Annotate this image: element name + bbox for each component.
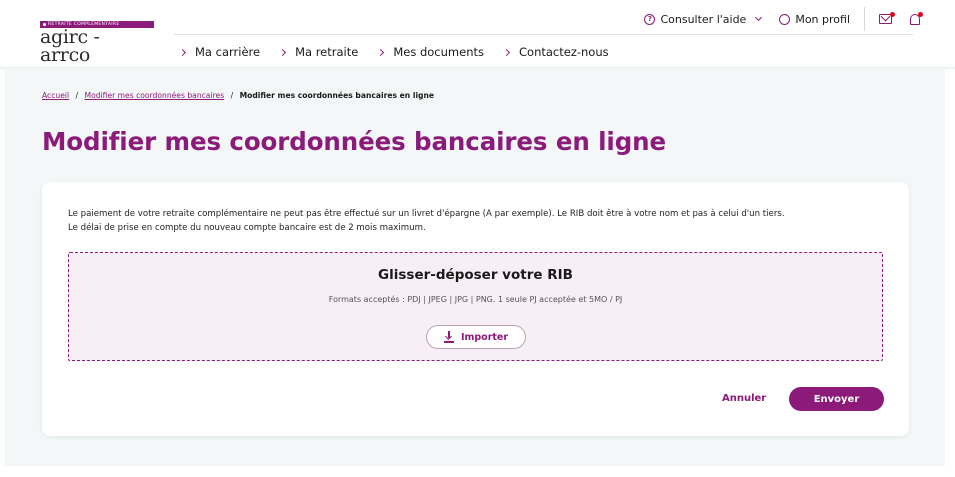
logo-text: agirc - arrco: [40, 26, 100, 66]
breadcrumb-home-link[interactable]: Accueil: [42, 91, 69, 100]
chevron-down-icon: [755, 13, 763, 22]
intro-line-2: Le délai de prise en compte du nouveau c…: [68, 223, 426, 233]
intro-line-1: Le paiement de votre retraite complément…: [68, 209, 785, 219]
breadcrumb-separator: /: [230, 91, 234, 100]
utility-bar: ? Consulter l'aide Mon profil: [644, 7, 923, 31]
nav-item-ma-retraite[interactable]: Ma retraite: [279, 45, 359, 59]
agirc-arrco-logo[interactable]: RETRAITE COMPLÉMENTAIRE agirc - arrco: [40, 21, 154, 66]
main-nav: Ma carrière Ma retraite Mes documents Co…: [178, 45, 609, 59]
breadcrumb: Accueil / Modifier mes coordonnées banca…: [42, 91, 434, 100]
messages-button[interactable]: [879, 12, 895, 24]
rib-upload-card: Le paiement de votre retraite complément…: [42, 182, 909, 436]
breadcrumb-current: Modifier mes coordonnées bancaires en li…: [239, 91, 435, 100]
nav-item-ma-carriere[interactable]: Ma carrière: [178, 45, 261, 59]
chevron-right-icon: [377, 48, 385, 56]
nav-item-label: Contactez-nous: [519, 45, 609, 59]
bell-icon: [910, 11, 923, 25]
help-icon: ?: [644, 13, 656, 25]
help-label: Consulter l'aide: [660, 12, 747, 26]
page: RETRAITE COMPLÉMENTAIRE agirc - arrco ? …: [0, 0, 955, 477]
cancel-button[interactable]: Annuler: [722, 393, 766, 404]
nav-item-label: Ma retraite: [295, 45, 359, 59]
dropzone-formats: Formats acceptés : PDJ | JPEG | JPG | PN…: [328, 295, 623, 304]
notification-dot: [890, 12, 895, 17]
download-icon: [443, 331, 454, 343]
main-content: Accueil / Modifier mes coordonnées banca…: [5, 69, 945, 466]
send-button[interactable]: Envoyer: [789, 387, 884, 411]
mail-icon: [879, 12, 895, 24]
rib-dropzone[interactable]: Glisser-déposer votre RIB Formats accept…: [68, 252, 883, 361]
nav-item-contactez-nous[interactable]: Contactez-nous: [502, 45, 609, 59]
breadcrumb-parent-link[interactable]: Modifier mes coordonnées bancaires: [85, 91, 225, 100]
help-menu-button[interactable]: ? Consulter l'aide: [644, 12, 763, 26]
chevron-right-icon: [178, 48, 187, 56]
notification-dot: [918, 11, 923, 17]
utility-divider: [864, 7, 865, 31]
logo-banner: RETRAITE COMPLÉMENTAIRE: [40, 21, 154, 28]
nav-item-label: Mes documents: [393, 45, 484, 59]
breadcrumb-separator: /: [75, 91, 79, 100]
user-icon: [779, 13, 791, 25]
chevron-right-icon: [279, 48, 287, 56]
dropzone-title: Glisser-déposer votre RIB: [378, 267, 573, 283]
notifications-button[interactable]: [910, 11, 923, 25]
header-divider: [174, 34, 913, 35]
nav-item-mes-documents[interactable]: Mes documents: [377, 45, 484, 59]
intro-text: Le paiement de votre retraite complément…: [68, 207, 898, 235]
chevron-right-icon: [502, 48, 511, 56]
profile-button[interactable]: Mon profil: [779, 13, 850, 26]
nav-item-label: Ma carrière: [195, 45, 261, 59]
import-label: Importer: [460, 331, 509, 343]
profile-label: Mon profil: [795, 12, 850, 26]
page-title: Modifier mes coordonnées bancaires en li…: [42, 127, 667, 156]
import-button[interactable]: Importer: [426, 325, 526, 349]
site-header: RETRAITE COMPLÉMENTAIRE agirc - arrco ? …: [0, 0, 955, 68]
